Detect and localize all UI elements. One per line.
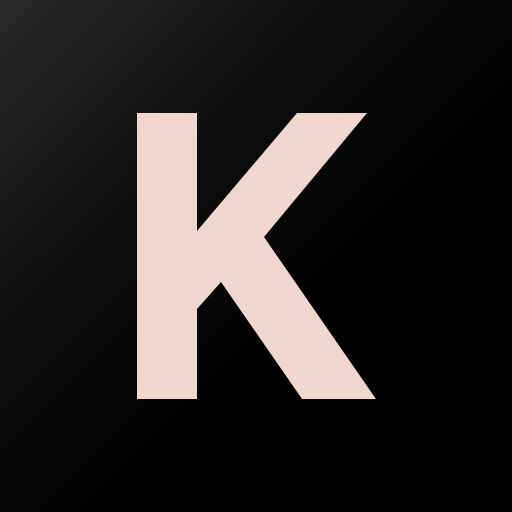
k-letter-glyph <box>137 113 376 399</box>
app-icon-tile <box>0 0 512 512</box>
k-letter-logo-icon <box>137 113 376 399</box>
